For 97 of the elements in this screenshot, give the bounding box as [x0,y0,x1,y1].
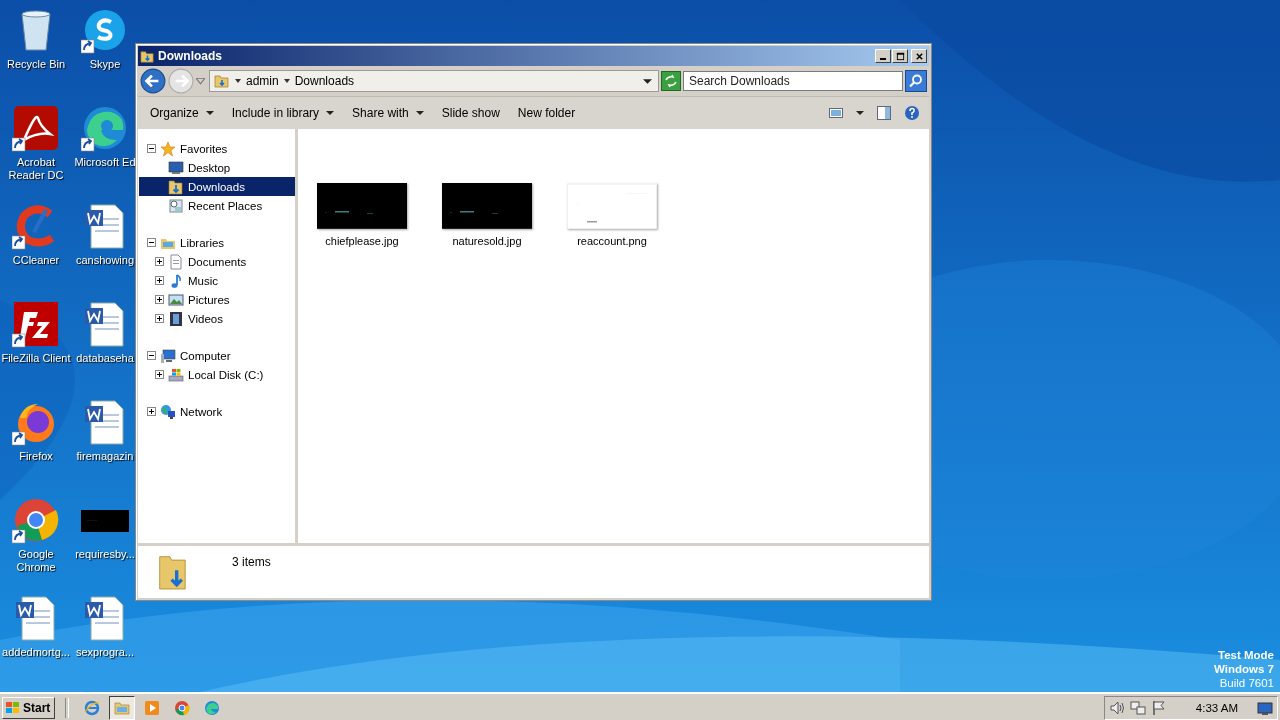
edge-icon [204,700,221,716]
icon-label[interactable]: Acrobat Reader DC [1,156,71,182]
downloads-icon [168,178,184,195]
nav-item[interactable]: Videos [188,312,223,325]
breadcrumb-item[interactable]: admin [246,74,279,88]
music-icon [168,272,184,289]
expander-icon[interactable] [155,257,164,266]
close-button[interactable] [911,49,927,63]
maximize-icon [895,51,905,61]
nav-item[interactable]: Libraries [180,236,225,249]
folder-icon [214,73,230,89]
search-field[interactable]: Search Downloads [683,71,903,91]
nav-item[interactable]: Desktop [188,161,231,174]
item-count: 3 items [232,555,271,569]
view-icon[interactable] [828,105,844,121]
nav-item[interactable]: Computer [180,349,231,362]
computer-icon [160,347,176,364]
videos-icon [168,310,184,327]
clock[interactable]: 4:33 AM [1195,702,1238,714]
acrobat-icon[interactable] [12,104,60,152]
toolbar-button[interactable]: Include in library [223,102,343,124]
window-title: Downloads [158,49,222,63]
expander-icon[interactable] [147,407,156,416]
icon-label[interactable]: Skype [89,58,121,71]
nav-item[interactable]: Pictures [188,293,230,306]
icon-label[interactable]: firemagazin [76,450,134,463]
nav-item[interactable]: Recent Places [188,199,263,212]
help-icon[interactable] [904,105,920,121]
expander-icon[interactable] [155,295,164,304]
chrome-icon[interactable] [12,496,60,544]
expander-icon[interactable] [147,351,156,360]
nav-item[interactable]: Downloads [188,180,245,193]
speaker-icon[interactable] [1108,700,1125,716]
minimize-button[interactable] [875,49,891,63]
maximize-button[interactable] [892,49,908,63]
minimize-icon [880,57,886,60]
icon-label[interactable]: canshowing [75,254,135,267]
disk-icon [168,366,184,383]
media-icon [144,700,161,716]
pictures-icon [168,291,184,308]
toolbar-button[interactable]: New folder [509,102,584,124]
file-name[interactable]: reaccount.png [577,235,647,247]
expander-icon[interactable] [147,144,156,153]
expander-icon[interactable] [155,314,164,323]
document-icon [168,253,184,270]
show-desktop-icon[interactable] [1257,700,1273,716]
edge-icon[interactable] [81,104,129,152]
toolbar-button[interactable]: Organize [142,102,222,124]
preview-pane-icon[interactable] [876,105,892,121]
search-icon [908,73,924,89]
search-button[interactable] [905,70,927,92]
system-notice-text: Build 7601 [1219,676,1274,690]
icon-label[interactable]: Recycle Bin [6,58,66,71]
star-icon [160,140,176,157]
icon-label[interactable]: Google Chrome [1,548,71,574]
nav-item[interactable]: Favorites [180,142,228,155]
explorer-icon [114,700,131,716]
ie-icon [84,700,101,716]
history-dropdown-icon[interactable] [196,77,205,85]
recent-icon [168,197,184,214]
start-button[interactable]: Start [2,697,56,719]
toolbar-button[interactable]: Share with [344,102,432,124]
icon-label[interactable]: requiresby... [75,548,135,561]
toolbar-button[interactable]: Slide show [433,102,508,124]
nav-item[interactable]: Music [188,274,219,287]
icon-label[interactable]: Microsoft Ed [74,156,136,169]
icon-label[interactable]: Firefox [19,450,53,463]
system-notice-text: Test Mode [1218,648,1274,662]
system-notice-text: Windows 7 [1214,662,1274,676]
breadcrumb-item[interactable]: Downloads [294,74,355,88]
file-name[interactable]: naturesold.jpg [452,235,522,247]
expander-icon[interactable] [147,238,156,247]
selected-row-highlight[interactable]: Downloads [139,177,295,196]
close-icon [914,51,924,61]
desktop-icon [168,159,184,176]
icon-label[interactable]: CCleaner [12,254,60,267]
address-dropdown-icon[interactable] [643,77,652,85]
icon-label[interactable]: databaseha [76,352,134,365]
expander-icon[interactable] [155,370,164,379]
icon-label[interactable]: FileZilla Client [1,352,71,365]
filezilla-icon[interactable] [12,300,60,348]
nav-item[interactable]: Local Disk (C:) [188,368,264,381]
chrome-icon [174,700,191,716]
refresh-icon [663,73,679,89]
nav-item[interactable]: Network [180,405,223,418]
expander-icon[interactable] [155,276,164,285]
network-icon[interactable] [1129,700,1146,716]
folder-icon [140,48,155,64]
nav-item[interactable]: Documents [188,255,247,268]
back-button[interactable] [140,68,166,94]
network-icon [160,403,176,420]
flag-icon[interactable] [1150,700,1167,716]
explorer-taskbar-button[interactable] [109,696,136,720]
file-name[interactable]: chiefplease.jpg [325,235,399,247]
windows-logo-icon [5,700,21,716]
address-bar[interactable]: admin Downloads [209,70,659,92]
refresh-button[interactable] [661,71,681,91]
